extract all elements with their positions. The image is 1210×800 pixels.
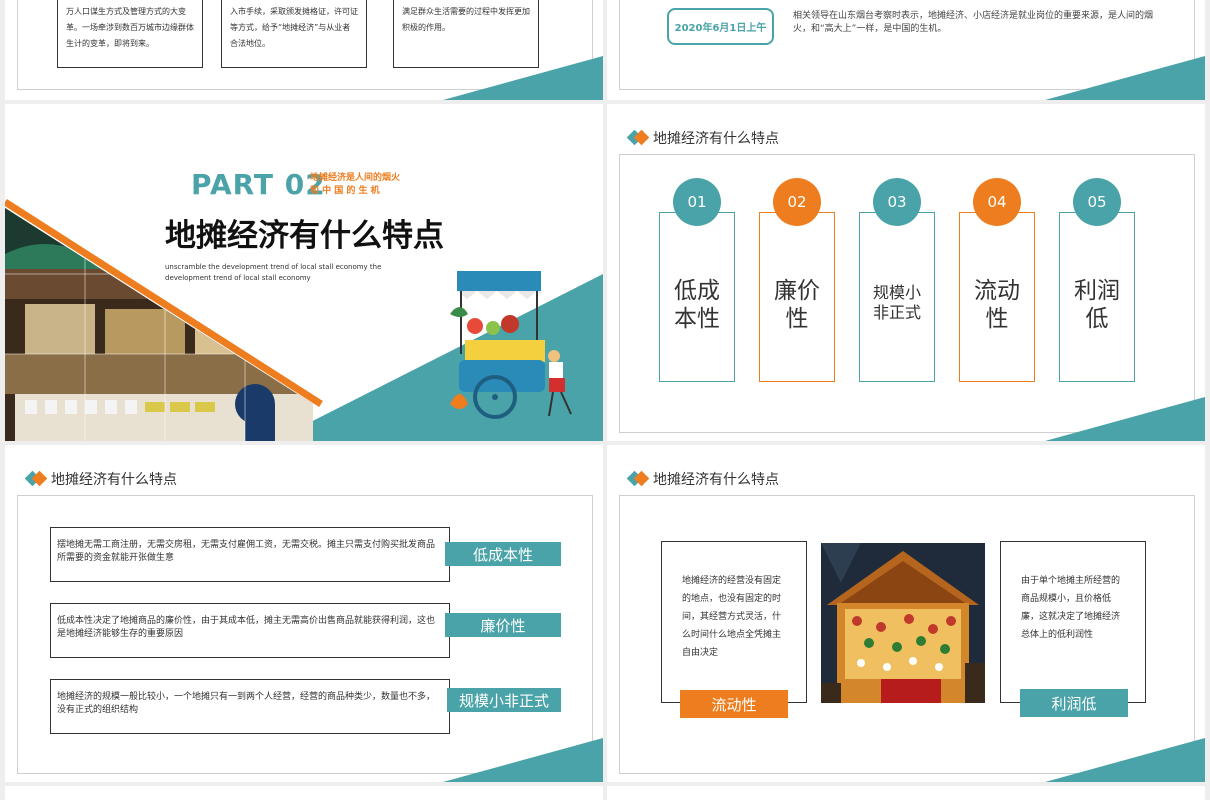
corner-decoration	[443, 738, 603, 782]
feature-number-4: 04	[973, 178, 1021, 226]
feature-label-line: 廉价	[774, 278, 820, 304]
feature-label-line: 本性	[674, 306, 720, 332]
feature-tag-right: 利润低	[1020, 689, 1128, 717]
slide-thumbnail-4[interactable]: 地摊经济有什么特点 低成 本性 廉价 性 规模小 非正式 流动 性 利润 低 0…	[607, 104, 1205, 441]
feature-tag-1: 低成本性	[445, 542, 561, 566]
market-stall-photo	[821, 543, 985, 703]
text-box-2: 入市手续，采取颁发摊格证，许可证等方式，给予“地摊经济”与从业者合法地位。	[221, 0, 367, 68]
slide-thumbnail-6[interactable]: 地摊经济有什么特点 地摊经济的经营没有固定的地点，也没有固定的时间，其经营方式灵…	[607, 445, 1205, 782]
description-box-2: 低成本性决定了地摊商品的廉价性，由于其成本低，摊主无需高价出售商品就能获得利润，…	[50, 603, 450, 658]
corner-decoration	[1045, 56, 1205, 100]
feature-number-5: 05	[1073, 178, 1121, 226]
feature-label: 利润 低	[1060, 277, 1134, 333]
feature-label: 低成 本性	[660, 277, 734, 333]
feature-number-1: 01	[673, 178, 721, 226]
diamond-icon	[626, 470, 650, 487]
feature-card-4: 流动 性	[959, 212, 1035, 382]
corner-decoration	[443, 56, 603, 100]
feature-card-5: 利润 低	[1059, 212, 1135, 382]
slide-thumbnail-2[interactable]: 2020年6月1日上午 相关领导在山东烟台考察时表示，地摊经济、小店经济是就业岗…	[607, 0, 1205, 100]
feature-tag-left: 流动性	[680, 690, 788, 718]
section-heading-text: 地摊经济有什么特点	[653, 472, 779, 488]
description-box-left: 地摊经济的经营没有固定的地点，也没有固定的时间，其经营方式灵活，什么时间什么地点…	[661, 541, 807, 703]
corner-decoration	[1045, 397, 1205, 441]
corner-decoration	[1045, 738, 1205, 782]
description-text: 相关领导在山东烟台考察时表示，地摊经济、小店经济是就业岗位的重要来源，是人间的烟…	[793, 11, 1154, 34]
slide-thumbnail-8[interactable]	[607, 786, 1205, 800]
description-box-3: 地摊经济的规模一般比较小，一个地摊只有一到两个人经营，经营的商品种类少，数量也不…	[50, 679, 450, 734]
feature-number-3: 03	[873, 178, 921, 226]
slide-thumbnail-7[interactable]	[5, 786, 603, 800]
feature-label-line: 流动	[974, 278, 1020, 304]
part-subtitle-line-2: 和 中 国 的 生 机	[310, 186, 380, 196]
feature-card-3: 规模小 非正式	[859, 212, 935, 382]
feature-label-line: 低	[1085, 306, 1109, 332]
feature-label-line: 规模小	[872, 283, 921, 302]
section-heading-text: 地摊经济有什么特点	[653, 131, 779, 147]
feature-label: 流动 性	[960, 277, 1034, 333]
slide-thumbnail-3[interactable]: PART 02 地摊经济是人间的烟火 和 中 国 的 生 机 地摊经济有什么特点…	[5, 104, 603, 441]
description-box-right: 由于单个地摊主所经营的商品规模小，且价格低廉，这就决定了地摊经济总体上的低利润性	[1000, 541, 1146, 703]
feature-card-1: 低成 本性	[659, 212, 735, 382]
feature-label-line: 性	[985, 306, 1009, 332]
feature-card-2: 廉价 性	[759, 212, 835, 382]
feature-tag-2: 廉价性	[445, 613, 561, 637]
date-pill: 2020年6月1日上午	[667, 8, 774, 45]
text-box-1: 万人口谋生方式及管理方式的大变革。一场牵涉到数百万城市边缘群体生计的变革，即将到…	[57, 0, 203, 68]
feature-label-line: 低成	[674, 278, 720, 304]
section-heading: 地摊经济有什么特点	[626, 469, 779, 489]
feature-label-line: 性	[785, 306, 809, 332]
part-number: PART 02	[191, 168, 326, 201]
diamond-icon	[24, 470, 48, 487]
english-subtitle: unscramble the development trend of loca…	[165, 263, 382, 282]
part-subtitle-line-1: 地摊经济是人间的烟火	[310, 173, 401, 183]
feature-number-2: 02	[773, 178, 821, 226]
slide-thumbnail-5[interactable]: 地摊经济有什么特点 摆地摊无需工商注册，无需交房租，无需支付雇佣工资，无需交税。…	[5, 445, 603, 782]
section-heading-text: 地摊经济有什么特点	[51, 472, 177, 488]
section-heading: 地摊经济有什么特点	[24, 469, 177, 489]
diamond-icon	[626, 129, 650, 146]
part-subtitle: 地摊经济是人间的烟火 和 中 国 的 生 机	[310, 172, 420, 198]
section-heading: 地摊经济有什么特点	[626, 128, 779, 148]
slide-thumbnail-1[interactable]: 万人口谋生方式及管理方式的大变革。一场牵涉到数百万城市边缘群体生计的变革，即将到…	[5, 0, 603, 100]
feature-label-line: 利润	[1074, 278, 1120, 304]
feature-label: 廉价 性	[760, 277, 834, 333]
description-box-1: 摆地摊无需工商注册，无需交房租，无需支付雇佣工资，无需交税。摊主只需支付购买批发…	[50, 527, 450, 582]
slide-title: 地摊经济有什么特点	[165, 218, 444, 254]
feature-tag-3: 规模小非正式	[447, 688, 561, 712]
feature-label-line: 非正式	[872, 303, 921, 322]
feature-label: 规模小 非正式	[860, 283, 934, 323]
